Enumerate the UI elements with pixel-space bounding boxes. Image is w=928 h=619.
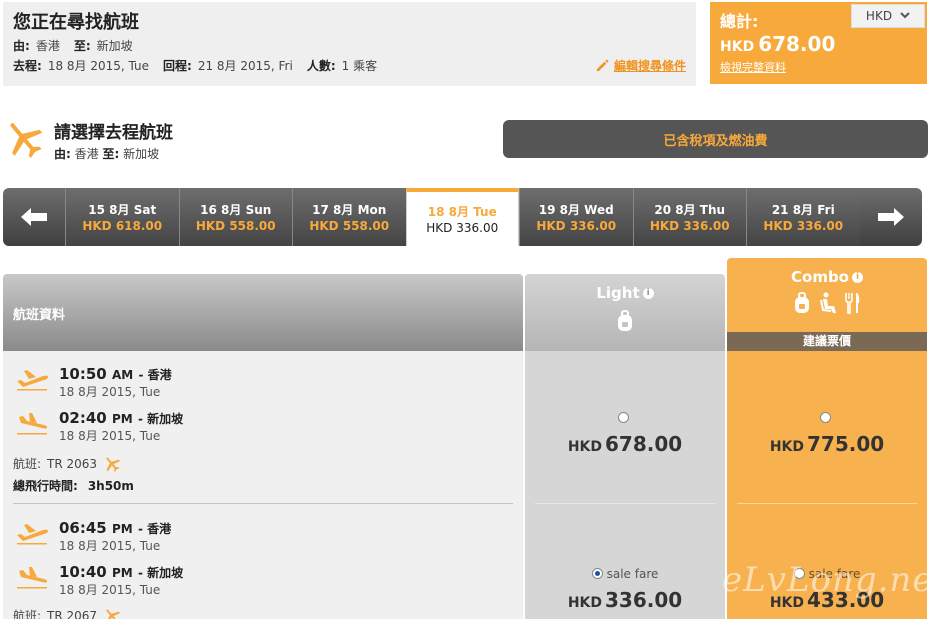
- flight-number: TR 2067: [47, 608, 98, 619]
- destination-value: 新加坡: [96, 39, 133, 53]
- search-summary: 您正在尋找航班 由: 香港 至: 新加坡 去程: 18 8月 2015, Tue 回程: 2…: [3, 2, 696, 86]
- flight-list: 10:50 AM - 香港 18 8月 2015, Tue 02:40 PM -…: [3, 351, 523, 619]
- arrival-city: 新加坡: [147, 412, 184, 426]
- departure-date: 18 8月 2015, Tue: [59, 385, 161, 399]
- flight-number: TR 2063: [47, 456, 98, 471]
- meal-icon: [845, 293, 860, 314]
- chevron-down-icon: [900, 12, 910, 19]
- select-flight-title: 請選擇去程航班: [54, 123, 173, 143]
- date-tab-19[interactable]: 19 8月 Wed HKD 336.00: [519, 188, 633, 246]
- airplane-icon: [10, 123, 43, 159]
- combo-fare-column: HKD 775.00 sale fare HKD 433.00: [727, 351, 927, 619]
- return-date: 21 8月 2015, Fri: [197, 59, 293, 73]
- light-fare-option[interactable]: HKD 678.00: [525, 407, 725, 456]
- info-icon[interactable]: i: [642, 287, 654, 299]
- edit-search-link[interactable]: 編輯搜尋條件: [595, 57, 686, 74]
- pencil-icon: [596, 59, 609, 72]
- currency-select[interactable]: HKD: [851, 4, 925, 28]
- depart-date: 18 8月 2015, Tue: [47, 59, 150, 73]
- arrival-time: 02:40: [59, 409, 107, 427]
- date-tab-17[interactable]: 17 8月 Mon HKD 558.00: [292, 188, 406, 246]
- dates-row: 去程: 18 8月 2015, Tue 回程: 21 8月 2015, Fri 人數: 1…: [13, 59, 378, 73]
- tax-included-banner: 已含稅項及燃油費: [503, 120, 928, 158]
- arrival-time: 10:40: [59, 563, 107, 581]
- arrival-date: 18 8月 2015, Tue: [59, 429, 161, 443]
- departure-time: 10:50: [59, 365, 107, 383]
- flight-info-header: 航班資料: [3, 274, 523, 351]
- prev-dates-button[interactable]: [3, 188, 65, 246]
- fare-radio-selected[interactable]: [591, 568, 603, 579]
- next-dates-button[interactable]: [859, 188, 922, 246]
- combo-fare-header: Combo i 建議票價: [727, 258, 927, 351]
- fare-radio[interactable]: [819, 412, 831, 423]
- fare-price: HKD 678.00: [567, 432, 683, 456]
- total-amount: HKD 678.00: [720, 32, 836, 56]
- flight-number-row: 航班: TR 2067: [13, 607, 121, 619]
- landing-icon: [17, 413, 48, 435]
- arrival-city: 新加坡: [147, 566, 184, 580]
- departure-time: 06:45: [59, 519, 107, 537]
- departure-city: 香港: [147, 522, 172, 536]
- light-fare-option[interactable]: sale fare HKD 336.00: [525, 563, 725, 613]
- takeoff-icon: [17, 524, 48, 545]
- origin-value: 香港: [35, 39, 60, 53]
- info-icon[interactable]: i: [852, 271, 863, 283]
- date-tab-20[interactable]: 20 8月 Thu HKD 336.00: [632, 188, 746, 246]
- light-fare-column: HKD 678.00 sale fare HKD 336.00: [525, 351, 725, 619]
- takeoff-icon: [17, 370, 48, 391]
- fare-price: HKD 433.00: [769, 588, 885, 612]
- flight-number-row: 航班: TR 2063: [13, 455, 121, 472]
- airplane-small-icon: [106, 456, 121, 472]
- fare-price: HKD 336.00: [567, 588, 683, 612]
- combo-fare-option[interactable]: HKD 775.00: [727, 407, 927, 456]
- arrow-left-icon: [21, 208, 47, 226]
- light-fare-header: Light i: [525, 274, 725, 351]
- date-selector: 15 8月 Sat HKD 618.00 16 8月 Sun HKD 558.00 …: [3, 188, 928, 246]
- combo-fare-option[interactable]: sale fare HKD 433.00: [727, 563, 927, 613]
- recommended-badge: 建議票價: [727, 332, 927, 351]
- select-route: 由: 香港 至: 新加坡: [54, 147, 160, 161]
- fare-price: HKD 775.00: [769, 432, 885, 456]
- arrow-right-icon: [877, 208, 904, 226]
- date-tab-16[interactable]: 16 8月 Sun HKD 558.00: [178, 188, 292, 246]
- duration-row: 總飛行時間: 3h50m: [13, 479, 134, 493]
- flight-duration: 3h50m: [87, 479, 134, 493]
- passenger-count: 1 乘客: [341, 59, 378, 73]
- view-details-link[interactable]: 檢視完整資料: [720, 59, 786, 75]
- arrival-date: 18 8月 2015, Tue: [59, 583, 161, 597]
- departure-date: 18 8月 2015, Tue: [59, 539, 161, 553]
- airplane-small-icon: [106, 608, 121, 619]
- total-label: 總計:: [720, 12, 759, 31]
- departure-city: 香港: [147, 368, 172, 382]
- route-row: 由: 香港 至: 新加坡: [13, 39, 133, 53]
- fare-radio[interactable]: [793, 568, 805, 579]
- landing-icon: [17, 567, 48, 589]
- date-tab-21[interactable]: 21 8月 Fri HKD 336.00: [746, 188, 860, 246]
- search-title: 您正在尋找航班: [13, 12, 139, 33]
- fare-radio[interactable]: [617, 412, 629, 423]
- baggage-icon: [795, 292, 809, 313]
- backpack-icon: [618, 310, 632, 331]
- total-panel: 總計: HKD 678.00 檢視完整資料 HKD: [710, 2, 927, 84]
- seat-icon: [820, 292, 836, 313]
- date-tab-15[interactable]: 15 8月 Sat HKD 618.00: [65, 188, 179, 246]
- date-tab-18-selected[interactable]: 18 8月 Tue HKD 336.00: [405, 188, 519, 246]
